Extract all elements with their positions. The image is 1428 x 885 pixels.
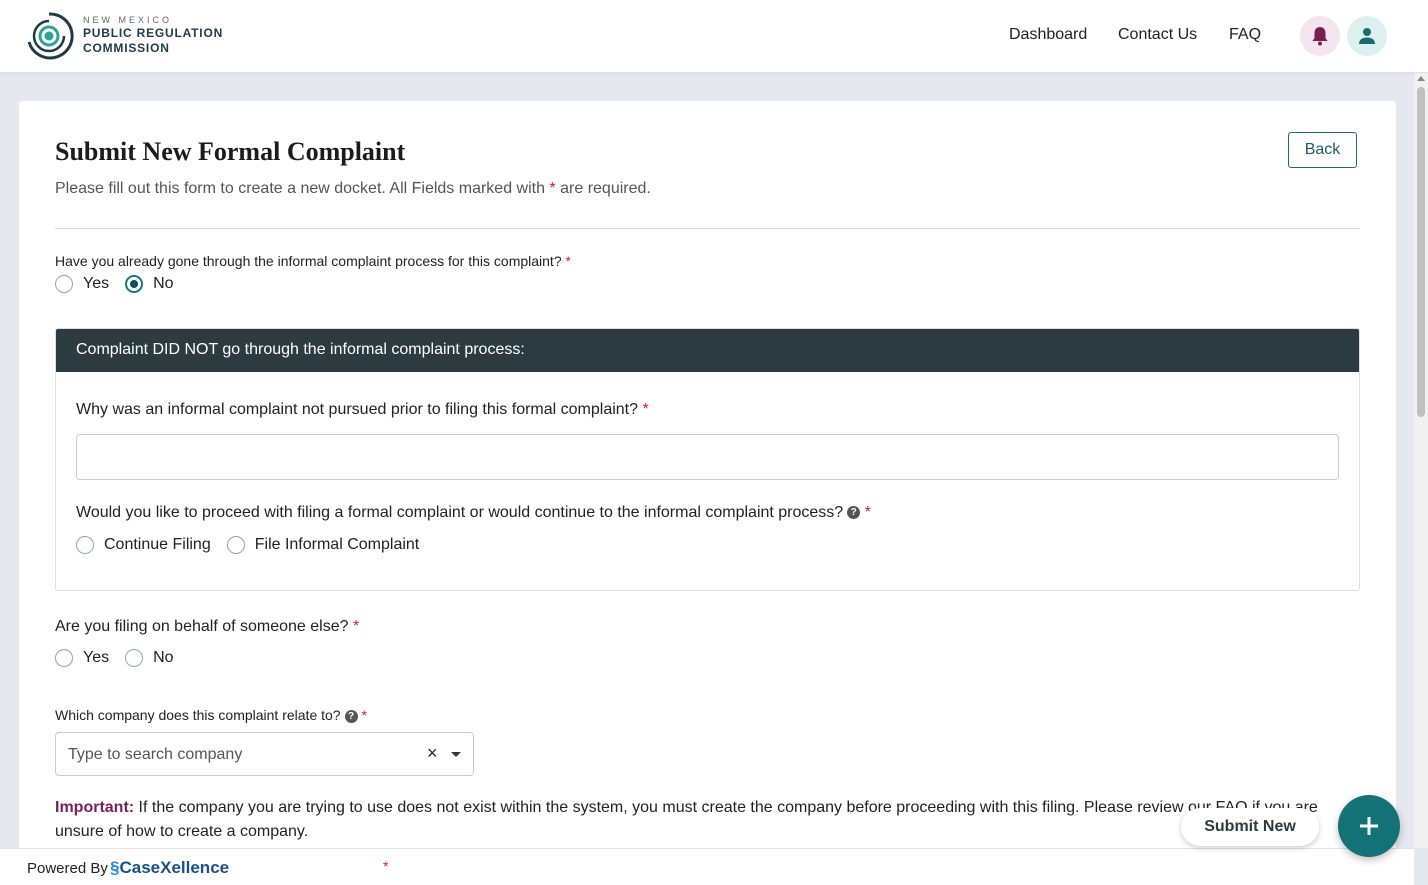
reason-input[interactable] — [76, 434, 1339, 480]
informal-not-pursued-panel: Complaint DID NOT go through the informa… — [55, 328, 1360, 591]
radio-continue-filing[interactable] — [76, 536, 94, 554]
scrollbar-thumb[interactable] — [1417, 87, 1425, 417]
important-notice: Important: If the company you are trying… — [55, 799, 1318, 840]
help-icon[interactable]: ? — [344, 709, 358, 723]
question-reason: Why was an informal complaint not pursue… — [76, 401, 649, 418]
radio-label-continue-filing[interactable]: Continue Filing — [104, 536, 211, 554]
radio-label-file-informal[interactable]: File Informal Complaint — [255, 536, 420, 554]
logo-mark-icon — [27, 12, 74, 60]
notifications-button[interactable] — [1300, 16, 1340, 56]
plus-icon — [1360, 817, 1378, 835]
radio-behalf-no[interactable] — [125, 649, 144, 667]
radio-file-informal[interactable] — [226, 536, 245, 554]
radio-informal-yes[interactable] — [55, 275, 73, 293]
radio-group-informal-process: Yes No — [55, 275, 190, 293]
radio-informal-no[interactable] — [125, 275, 144, 293]
back-button[interactable]: Back — [1288, 132, 1357, 168]
scroll-up-icon[interactable] — [1417, 76, 1425, 81]
question-informal-process: Have you already gone through the inform… — [55, 253, 571, 269]
casexellence-logo[interactable]: §CaseXellence — [110, 858, 229, 878]
page-subtitle: Please fill out this form to create a ne… — [55, 180, 651, 197]
radio-label-yes[interactable]: Yes — [83, 275, 109, 293]
help-icon[interactable]: ? — [847, 506, 861, 520]
radio-label-behalf-no[interactable]: No — [153, 649, 173, 667]
user-icon — [1359, 28, 1375, 44]
panel-heading: Complaint DID NOT go through the informa… — [56, 329, 1359, 372]
radio-label-behalf-yes[interactable]: Yes — [83, 649, 109, 667]
footer-required-marker: * — [383, 858, 389, 874]
form-card: Submit New Formal Complaint Please fill … — [19, 101, 1396, 861]
logo-line1: NEW MEXICO — [83, 15, 173, 25]
page-scrollbar[interactable] — [1414, 73, 1428, 848]
company-search-placeholder[interactable]: Type to search company — [68, 746, 242, 764]
nav-faq[interactable]: FAQ — [1229, 26, 1261, 44]
important-label: Important: — [55, 799, 135, 816]
page-title: Submit New Formal Complaint — [55, 137, 406, 166]
radio-group-proceed: Continue Filing File Informal Complaint — [76, 536, 435, 554]
footer: Powered By §CaseXellence * — [0, 848, 1414, 885]
top-header: NEW MEXICO PUBLIC REGULATION COMMISSION … — [0, 0, 1428, 73]
radio-label-no[interactable]: No — [153, 275, 173, 293]
logo[interactable]: NEW MEXICO PUBLIC REGULATION COMMISSION — [23, 10, 233, 64]
submit-new-label[interactable]: Submit New — [1181, 808, 1319, 846]
bell-icon — [1312, 27, 1328, 46]
radio-group-on-behalf: Yes No — [55, 649, 190, 667]
company-search-select[interactable]: Type to search company × — [55, 732, 474, 776]
divider — [55, 228, 1360, 229]
submit-new-button[interactable] — [1338, 795, 1400, 857]
radio-behalf-yes[interactable] — [55, 649, 73, 667]
logo-line2: PUBLIC REGULATION — [83, 26, 224, 40]
question-on-behalf: Are you filing on behalf of someone else… — [55, 618, 360, 635]
nav-contact-us[interactable]: Contact Us — [1118, 26, 1197, 44]
logo-line3: COMMISSION — [83, 41, 170, 55]
nav-dashboard[interactable]: Dashboard — [1009, 26, 1087, 44]
chevron-down-icon[interactable] — [451, 752, 461, 757]
powered-by-label: Powered By — [27, 860, 108, 877]
user-menu-button[interactable] — [1347, 16, 1387, 56]
clear-icon[interactable]: × — [427, 743, 438, 764]
question-company: Which company does this complaint relate… — [55, 707, 367, 723]
question-proceed: Would you like to proceed with filing a … — [76, 504, 871, 521]
